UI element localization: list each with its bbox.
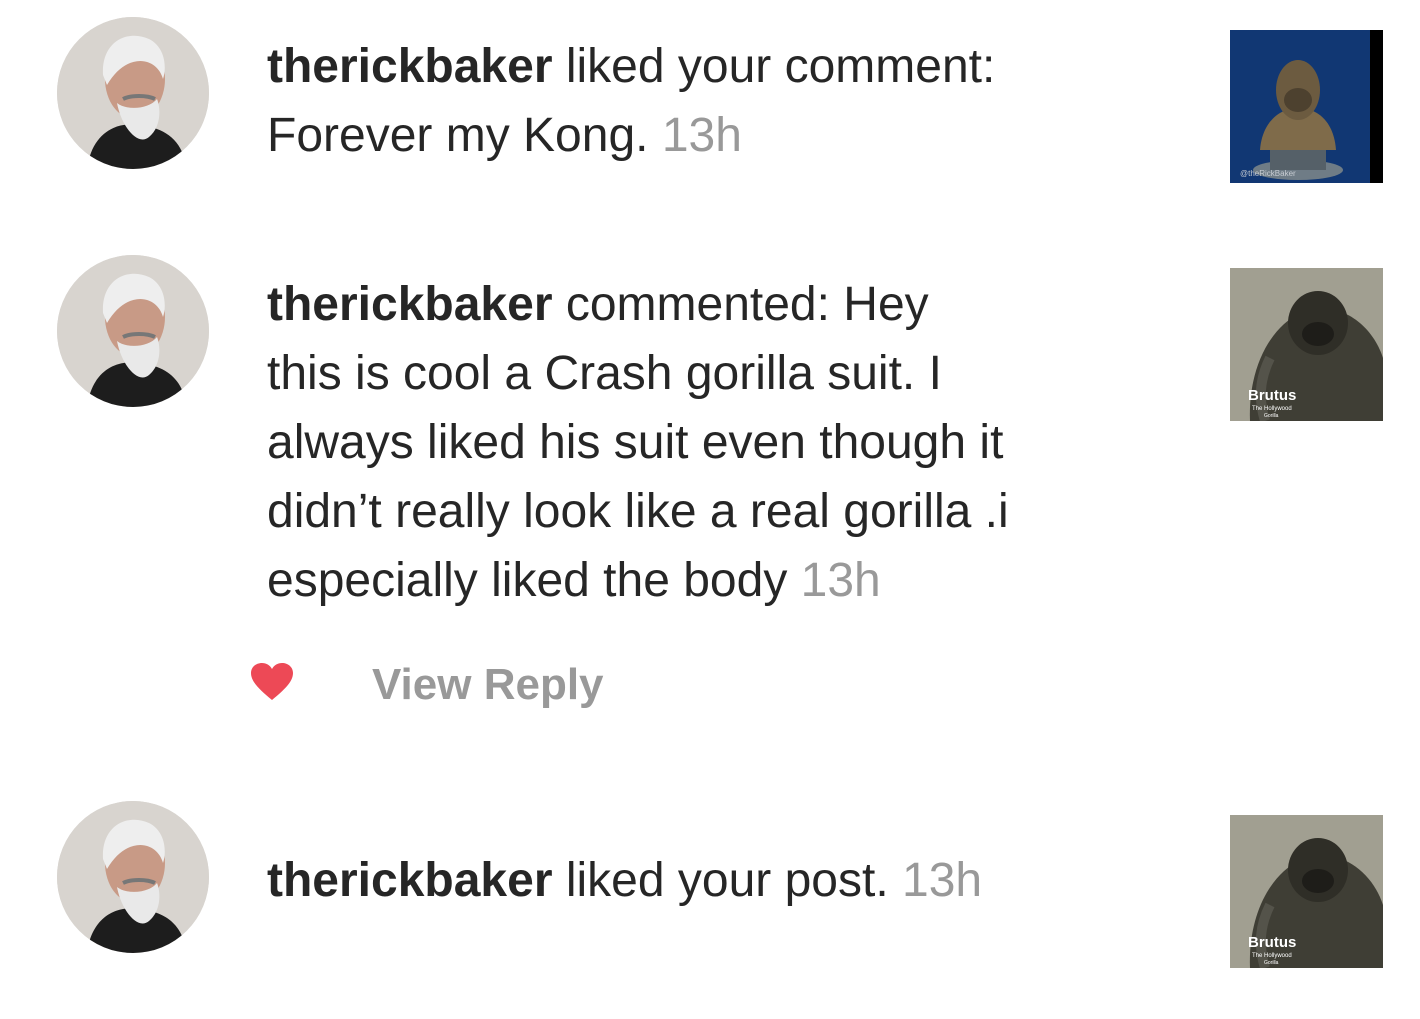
username-link[interactable]: therickbaker [267,854,553,907]
timestamp: 13h [661,109,742,162]
avatar[interactable] [57,255,209,407]
comment-line: this is cool a Crash gorilla suit. I [267,347,942,400]
avatar[interactable] [57,801,209,953]
watermark-text: @theRickBaker [1240,169,1296,178]
thumbnail-title: Brutus [1248,934,1296,951]
thumbnail-subtitle: The Hollywood [1252,406,1292,412]
comment-text: Forever my Kong. [267,109,649,162]
heart-icon[interactable] [250,662,294,702]
username-link[interactable]: therickbaker [267,40,553,93]
action-text: commented: Hey [552,278,929,331]
notification-text-line: especially liked the body 13h [267,546,1009,615]
avatar[interactable] [57,17,209,169]
view-reply-button[interactable]: View Reply [372,655,604,715]
thumbnail-title: Brutus [1248,387,1296,404]
thumbnail-subtitle: Gorilla [1264,960,1279,966]
comment-line: especially liked the body [267,554,788,607]
username-link[interactable]: therickbaker [267,278,553,331]
post-thumbnail[interactable]: Brutus The Hollywood Gorilla [1230,815,1383,968]
notification-text-line: therickbaker commented: Hey [267,270,1009,339]
timestamp: 13h [902,854,983,907]
thumbnail-subtitle: Gorilla [1264,413,1279,419]
comment-line: didn’t really look like a real gorilla .… [267,485,1009,538]
post-thumbnail[interactable]: Brutus The Hollywood Gorilla [1230,268,1383,421]
thumbnail-subtitle: The Hollywood [1252,953,1292,959]
notification-text-line: Forever my Kong. 13h [267,101,995,170]
timestamp: 13h [800,554,881,607]
post-thumbnail[interactable]: @theRickBaker [1230,30,1383,183]
action-text: liked your comment: [552,40,996,93]
notification-text-line: therickbaker liked your post. 13h [267,846,982,915]
comment-line: always liked his suit even though it [267,416,1004,469]
action-text: liked your post. [552,854,889,907]
notification-text-line: therickbaker liked your comment: [267,32,995,101]
